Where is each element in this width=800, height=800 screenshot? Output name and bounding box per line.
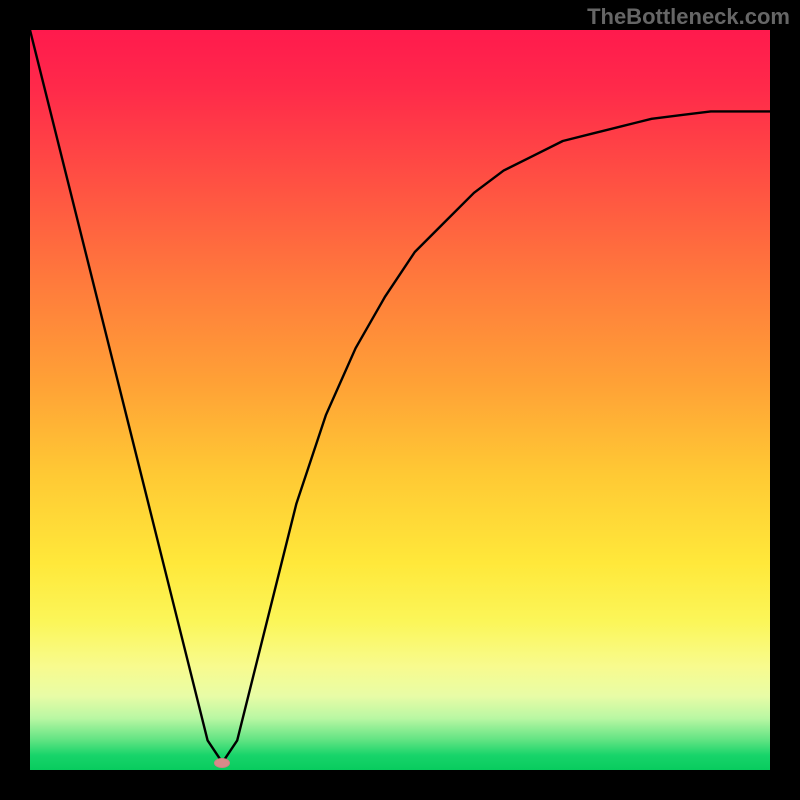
curve-svg: [30, 30, 770, 770]
min-dot: [214, 758, 230, 768]
watermark-text: TheBottleneck.com: [587, 4, 790, 30]
plot-area: [30, 30, 770, 770]
curve-path: [30, 30, 770, 763]
chart-frame: TheBottleneck.com: [0, 0, 800, 800]
